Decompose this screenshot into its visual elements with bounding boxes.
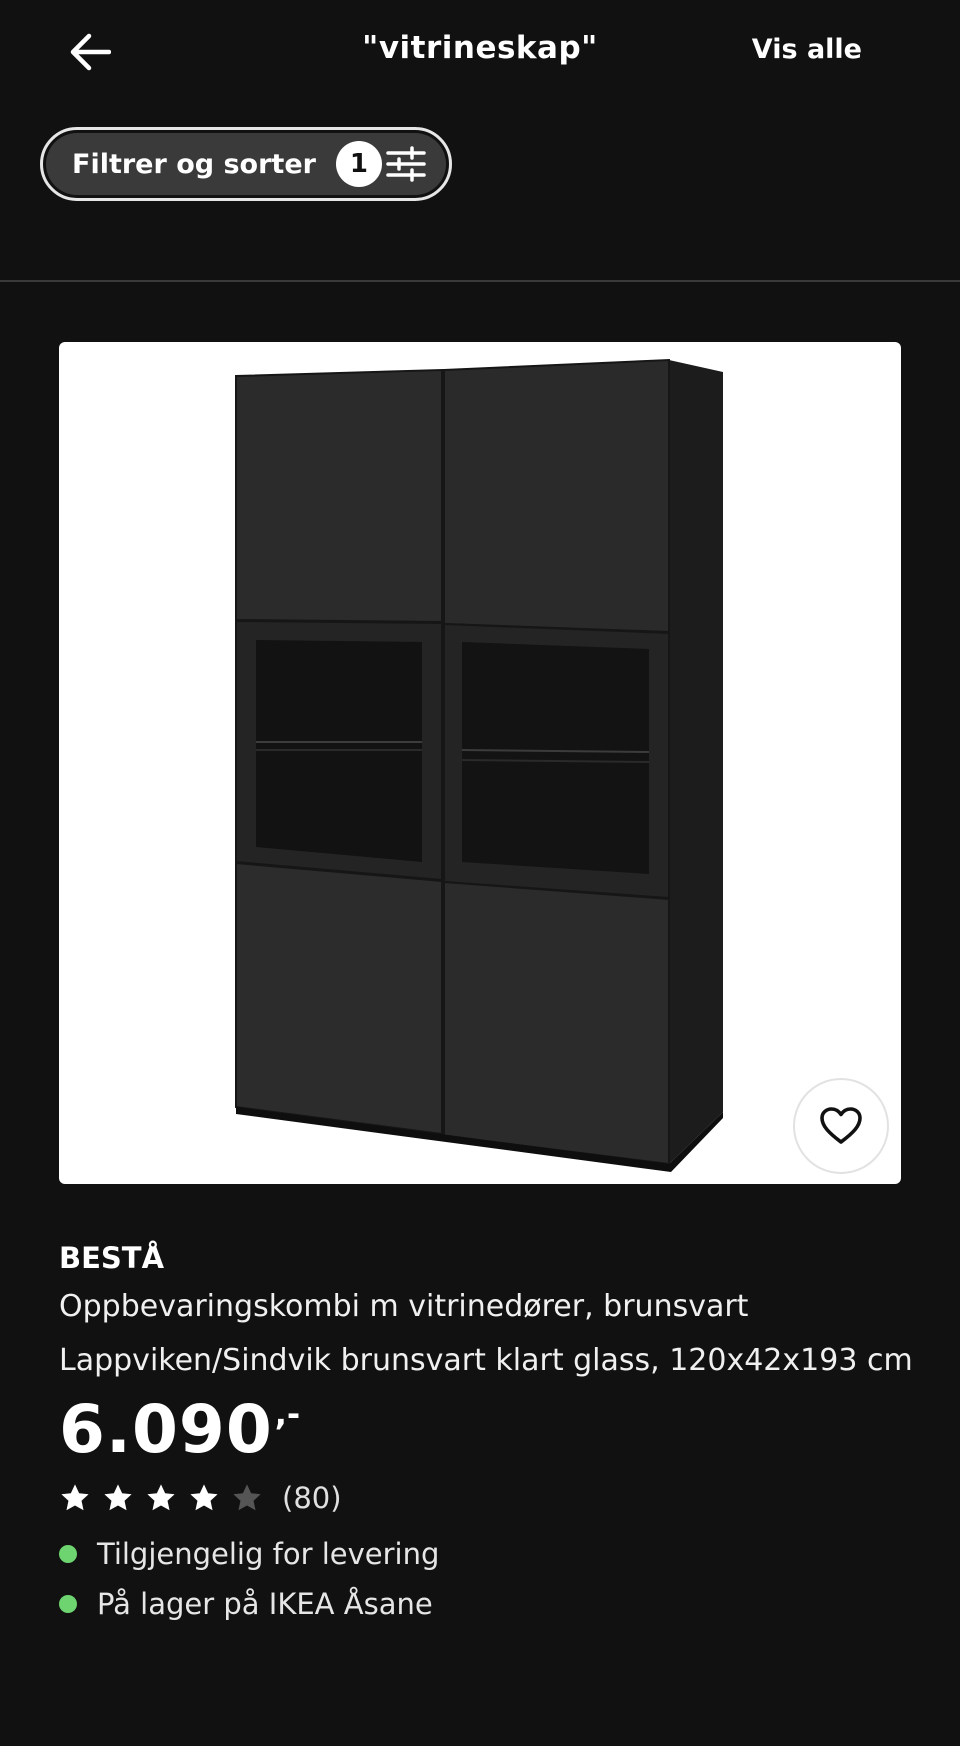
status-dot-icon [59, 1545, 77, 1563]
product-description[interactable]: Oppbevaringskombi m vitrinedører, brunsv… [59, 1280, 919, 1388]
availability-store: På lager på IKEA Åsane [59, 1580, 919, 1628]
filter-sort-label: Filtrer og sorter [72, 148, 316, 180]
filter-sort-button[interactable]: Filtrer og sorter 1 [40, 127, 452, 201]
header-divider [0, 280, 960, 282]
price-row: 6.090 ,- [59, 1394, 919, 1466]
price-suffix: ,- [274, 1395, 301, 1433]
filter-count-badge: 1 [335, 141, 382, 187]
product-info: BESTÅ Oppbevaringskombi m vitrinedører, … [59, 1240, 919, 1628]
availability-text: Tilgjengelig for levering [97, 1537, 440, 1571]
star-icon [147, 1484, 175, 1511]
product-price: 6.090 [59, 1391, 273, 1468]
product-brand[interactable]: BESTÅ [59, 1240, 919, 1276]
star-empty-icon [233, 1484, 261, 1511]
sliders-icon [386, 146, 426, 182]
heart-icon [820, 1107, 862, 1144]
availability-text: På lager på IKEA Åsane [97, 1587, 433, 1621]
star-icon [190, 1484, 218, 1511]
status-dot-icon [59, 1595, 77, 1613]
favorite-button[interactable] [793, 1078, 889, 1174]
top-bar: "vitrineskap" Vis alle [0, 0, 960, 110]
availability-delivery: Tilgjengelig for levering [59, 1530, 919, 1578]
review-count: (80) [282, 1481, 342, 1515]
product-image[interactable] [59, 342, 901, 1184]
rating[interactable]: (80) [59, 1476, 919, 1520]
star-icon [104, 1484, 132, 1511]
product-card[interactable] [59, 342, 901, 1184]
star-icon [61, 1484, 89, 1511]
vis-alle-button[interactable]: Vis alle [752, 34, 862, 65]
